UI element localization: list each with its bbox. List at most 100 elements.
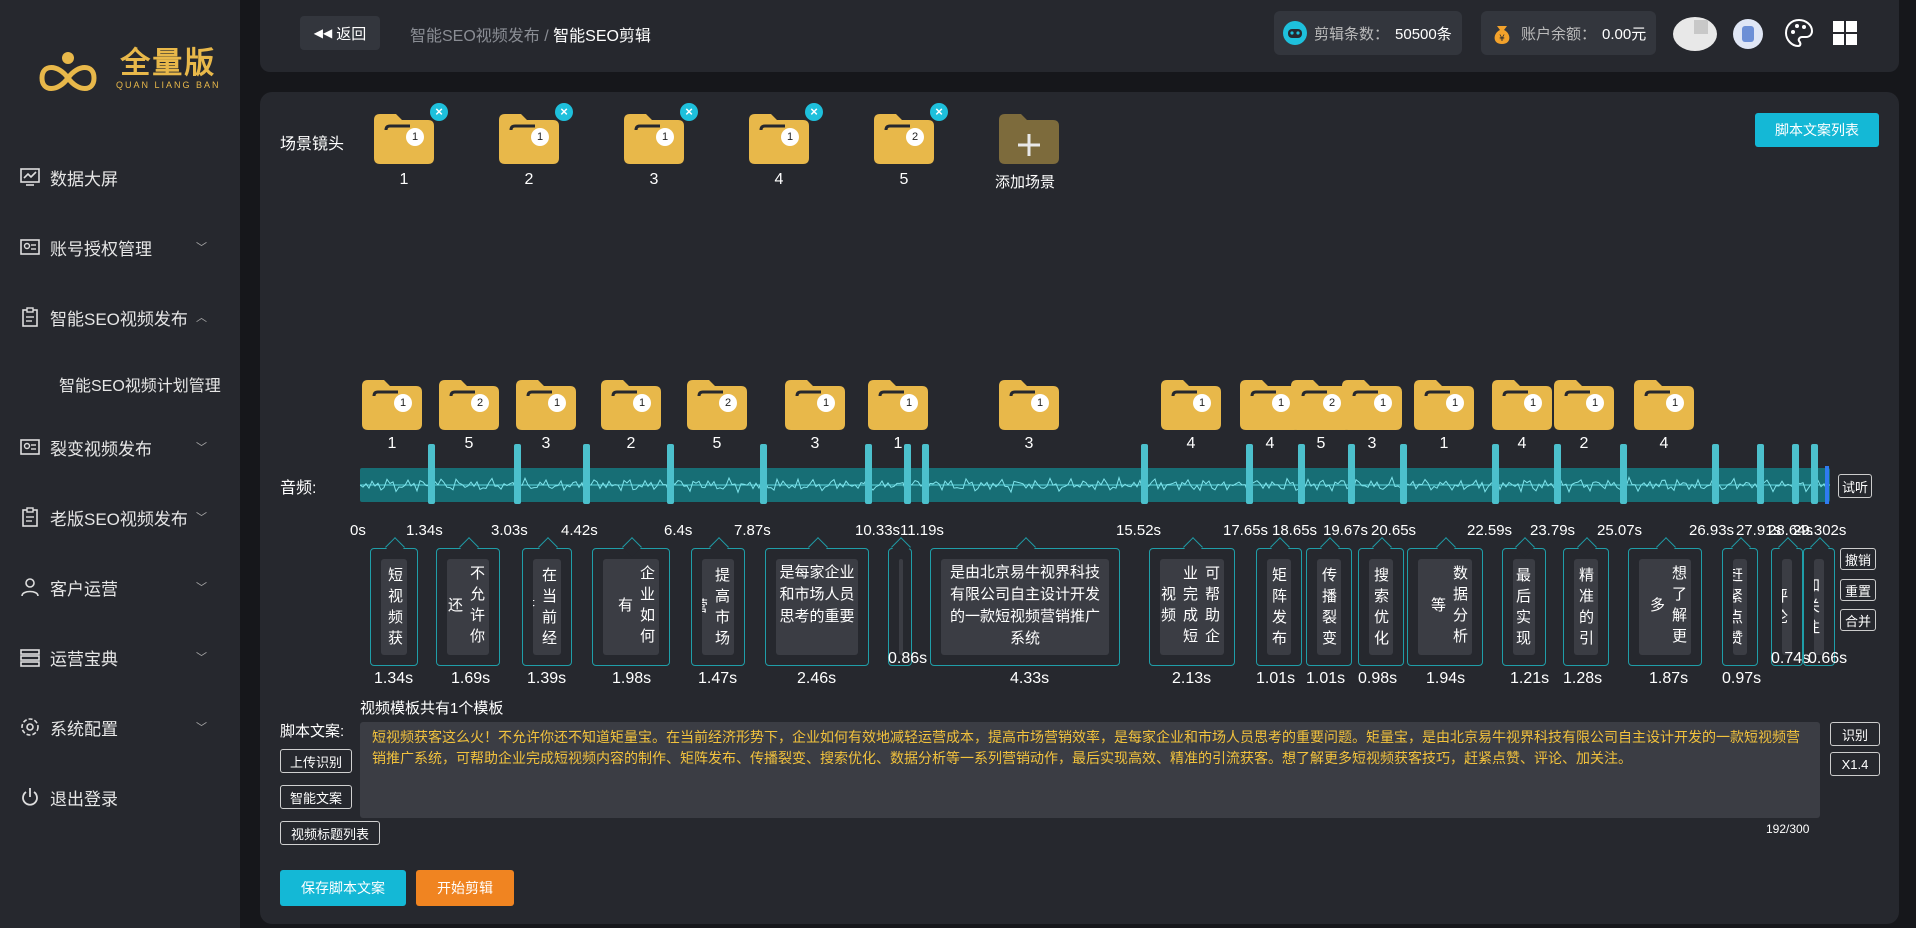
sidebar-item-handbook[interactable]: 运营宝典 ﹀ xyxy=(0,637,240,677)
subtitle-text[interactable]: 加关注 xyxy=(1814,559,1824,655)
subtitle-card[interactable]: 传播裂变 xyxy=(1306,537,1352,666)
timeline-folder[interactable]: 1 xyxy=(1157,376,1225,432)
subtitle-text[interactable]: 在当前经济 xyxy=(533,559,561,655)
subtitle-card[interactable]: 在当前经济 xyxy=(522,537,572,666)
subtitle-text[interactable]: 传播裂变 xyxy=(1317,559,1341,655)
script-textarea[interactable]: 短视频获客这么火！不允许你还不知道矩量宝。在当前经济形势下，企业如何有效地减轻运… xyxy=(360,722,1820,818)
subtitle-card[interactable]: 数据分析等 xyxy=(1407,537,1483,666)
subtitle-card[interactable]: 是每家企业和市场人员思考的重要 xyxy=(765,537,869,666)
subtitle-text[interactable]: 提高市场营 xyxy=(702,559,734,655)
sidebar-item-old-seo[interactable]: 老版SEO视频发布 ﹀ xyxy=(0,497,240,537)
segment-marker[interactable] xyxy=(1712,444,1719,504)
subtitle-card[interactable]: 加关注 xyxy=(1803,537,1835,666)
speed-button[interactable]: X1.4 xyxy=(1830,752,1880,776)
user-badge-icon[interactable] xyxy=(1732,18,1764,50)
timeline-folder[interactable]: 1 xyxy=(995,376,1063,432)
sidebar-item-customer[interactable]: 客户运营 ﹀ xyxy=(0,567,240,607)
timeline-folder[interactable]: 1 xyxy=(1550,376,1618,432)
subtitle-text[interactable]: 是每家企业和市场人员思考的重要 xyxy=(776,559,858,655)
reset-button[interactable]: 重置 xyxy=(1840,579,1876,601)
subtitle-text[interactable]: 企业如何有 xyxy=(603,559,659,655)
subtitle-card[interactable]: 矩阵发布 xyxy=(1256,537,1302,666)
subtitle-text[interactable]: 赶紧点赞 xyxy=(1733,559,1747,655)
subtitle-card[interactable]: 想了解更多 xyxy=(1628,537,1702,666)
subtitle-card[interactable]: 搜索优化 xyxy=(1358,537,1404,666)
timeline-folder[interactable]: 2 xyxy=(683,376,751,432)
timeline-folder[interactable]: 1 xyxy=(1338,376,1406,432)
segment-marker[interactable] xyxy=(1348,444,1355,504)
subtitle-text[interactable]: 不允许你还 xyxy=(447,559,489,655)
sidebar-subitem-plan[interactable]: 智能SEO视频计划管理 xyxy=(59,372,221,396)
subtitle-text[interactable]: 精准的引流 xyxy=(1574,559,1598,655)
breadcrumb-parent[interactable]: 智能SEO视频发布 xyxy=(410,28,540,45)
listen-button[interactable]: 试听 xyxy=(1838,474,1872,498)
scene-folder[interactable]: 1 xyxy=(370,110,438,166)
segment-marker[interactable] xyxy=(1792,444,1799,504)
subtitle-text[interactable]: 矩量宝 xyxy=(899,559,903,655)
timeline-folder[interactable]: 2 xyxy=(435,376,503,432)
segment-marker[interactable] xyxy=(760,444,767,504)
subtitle-card[interactable]: 精准的引流 xyxy=(1563,537,1609,666)
segment-marker[interactable] xyxy=(1492,444,1499,504)
segment-marker[interactable] xyxy=(583,444,590,504)
remove-scene-icon[interactable]: × xyxy=(680,103,698,121)
subtitle-text[interactable]: 搜索优化 xyxy=(1369,559,1393,655)
audio-waveform[interactable] xyxy=(360,468,1830,502)
subtitle-card[interactable]: 矩量宝 xyxy=(888,537,912,666)
scene-folder[interactable]: 1 xyxy=(620,110,688,166)
segment-marker[interactable] xyxy=(1620,444,1627,504)
video-titles-button[interactable]: 视频标题列表 xyxy=(280,821,380,845)
playhead[interactable] xyxy=(1825,466,1829,504)
subtitle-card[interactable]: 评论 xyxy=(1771,537,1803,666)
timeline-folder[interactable]: 1 xyxy=(597,376,665,432)
script-list-button[interactable]: 脚本文案列表 xyxy=(1755,113,1879,147)
segment-marker[interactable] xyxy=(1811,444,1818,504)
segment-marker[interactable] xyxy=(1298,444,1305,504)
subtitle-text[interactable]: 可帮助企业完成短视频 xyxy=(1160,559,1224,655)
subtitle-card[interactable]: 可帮助企业完成短视频 xyxy=(1149,537,1235,666)
segment-marker[interactable] xyxy=(667,444,674,504)
segment-marker[interactable] xyxy=(1757,444,1764,504)
sidebar-item-dashboard[interactable]: 数据大屏 xyxy=(0,157,240,197)
segment-marker[interactable] xyxy=(1400,444,1407,504)
subtitle-text[interactable]: 是由北京易牛视界科技有限公司自主设计开发的一款短视频营销推广系统 xyxy=(941,559,1109,655)
upload-recognize-button[interactable]: 上传识别 xyxy=(280,749,352,773)
remove-scene-icon[interactable]: × xyxy=(555,103,573,121)
subtitle-text[interactable]: 短视频获客 xyxy=(381,559,407,655)
subtitle-card[interactable]: 提高市场营 xyxy=(691,537,745,666)
remove-scene-icon[interactable]: × xyxy=(930,103,948,121)
sidebar-item-account-auth[interactable]: 账号授权管理 ﹀ xyxy=(0,227,240,267)
segment-marker[interactable] xyxy=(904,444,911,504)
timeline-folder[interactable]: 1 xyxy=(512,376,580,432)
segment-marker[interactable] xyxy=(514,444,521,504)
start-edit-button[interactable]: 开始剪辑 xyxy=(416,870,514,906)
back-button[interactable]: ◀◀ 返回 xyxy=(300,16,380,50)
timeline-folder[interactable]: 1 xyxy=(358,376,426,432)
timeline-folder[interactable]: 1 xyxy=(781,376,849,432)
timeline-folder[interactable]: 1 xyxy=(1488,376,1556,432)
timeline-folder[interactable]: 1 xyxy=(1410,376,1478,432)
remove-scene-icon[interactable]: × xyxy=(430,103,448,121)
timeline-folder[interactable]: 1 xyxy=(1630,376,1698,432)
subtitle-text[interactable]: 想了解更多 xyxy=(1639,559,1691,655)
sidebar-item-logout[interactable]: 退出登录 xyxy=(0,777,240,817)
recognize-button[interactable]: 识别 xyxy=(1830,722,1880,746)
subtitle-text[interactable]: 最后实现高 xyxy=(1513,559,1535,655)
sidebar-item-smart-seo[interactable]: 智能SEO视频发布 ︿ xyxy=(0,297,240,337)
subtitle-card[interactable]: 是由北京易牛视界科技有限公司自主设计开发的一款短视频营销推广系统 xyxy=(930,537,1120,666)
segment-marker[interactable] xyxy=(1246,444,1253,504)
segment-marker[interactable] xyxy=(1554,444,1561,504)
segment-marker[interactable] xyxy=(428,444,435,504)
subtitle-text[interactable]: 矩阵发布 xyxy=(1267,559,1291,655)
segment-marker[interactable] xyxy=(922,444,929,504)
subtitle-text[interactable]: 数据分析等 xyxy=(1418,559,1472,655)
scene-folder[interactable]: 1 xyxy=(745,110,813,166)
scene-folder[interactable]: 1 xyxy=(495,110,563,166)
subtitle-text[interactable]: 评论 xyxy=(1782,559,1792,655)
timeline-folder[interactable]: 1 xyxy=(864,376,932,432)
save-script-button[interactable]: 保存脚本文案 xyxy=(280,870,406,906)
segment-marker[interactable] xyxy=(1141,444,1148,504)
palette-icon[interactable] xyxy=(1784,18,1814,48)
subtitle-card[interactable]: 企业如何有 xyxy=(592,537,670,666)
subtitle-card[interactable]: 短视频获客 xyxy=(370,537,418,666)
